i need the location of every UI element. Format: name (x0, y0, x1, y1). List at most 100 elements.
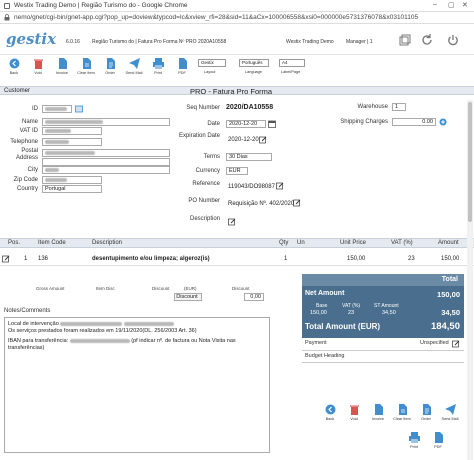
vat-field[interactable] (42, 127, 102, 135)
country-label: Country (16, 186, 38, 192)
back-button[interactable]: Back (3, 58, 25, 78)
discount-button[interactable]: Discount (174, 293, 202, 301)
back-icon (325, 404, 335, 415)
currency-label: Currency (195, 168, 220, 174)
maximize-icon[interactable]: ▢ (448, 1, 455, 9)
row-item-code[interactable]: 136 (38, 256, 48, 262)
gestix-logo[interactable]: gestix (6, 30, 56, 48)
power-icon[interactable] (446, 33, 460, 47)
send-mail-button[interactable]: Send Mail (123, 58, 145, 78)
bottom-print-button[interactable]: Print (402, 432, 426, 449)
po-value: Requisição Nº. 402/2020 (228, 201, 295, 207)
void-button[interactable]: Void (27, 58, 49, 78)
edit-expiration-icon[interactable] (259, 136, 267, 144)
address-field-2[interactable] (42, 158, 170, 166)
document-edit-icon (398, 404, 407, 415)
st-amount-label: ST Amount (374, 303, 399, 309)
total-amount-value: 184,50 (430, 321, 460, 332)
toolbar: Back Void Invoice Clear Item Order Send … (0, 56, 474, 80)
print-icon (408, 432, 420, 443)
order-button[interactable]: Order (99, 58, 121, 78)
bottom-invoice-button[interactable]: Invoice (366, 404, 390, 421)
refresh-icon[interactable] (420, 33, 434, 47)
address-bar[interactable]: nemo/gnet/cgi-bin/gnet-app.cgi?pop_up=do… (0, 12, 474, 24)
version-label: 6.0.16 (66, 39, 80, 45)
layout-label: Layout (204, 70, 216, 74)
pdf-button[interactable]: PDF (171, 58, 193, 78)
name-field[interactable] (42, 118, 170, 126)
url-text[interactable]: nemo/gnet/cgi-bin/gnet-app.cgi?pop_up=do… (14, 14, 418, 21)
zip-field[interactable] (42, 176, 102, 184)
minimize-icon[interactable]: – (433, 1, 437, 8)
item-disc-label: Item Disc (96, 286, 115, 291)
vat-pct-label: VAT (%) (342, 303, 361, 309)
edit-row-icon[interactable] (2, 255, 10, 263)
layout-select[interactable]: Gestix (198, 59, 226, 67)
notes-label: Notes/Comments (4, 308, 51, 314)
phone-field[interactable] (42, 138, 102, 146)
trash-icon (33, 59, 43, 69)
currency-select[interactable]: EUR (226, 167, 248, 175)
bottom-back-button[interactable]: Back (318, 404, 342, 421)
warehouse-select[interactable]: 1 (392, 103, 406, 111)
vat-total-value: 34,50 (441, 308, 460, 317)
bottom-clear-item-button[interactable]: Clear Item (390, 404, 414, 421)
edit-reference-icon[interactable] (276, 182, 284, 190)
page-size-select[interactable]: A4 (279, 59, 305, 67)
base-value: 150,00 (310, 310, 327, 316)
seq-label: Seq Number (186, 105, 220, 111)
company-name: Westix Trading Demo (286, 39, 334, 45)
browser-titlebar: Westix Trading Demo | Região Turismo do … (0, 0, 474, 12)
zip-label: Zip Code (13, 177, 38, 183)
name-label: Name (21, 119, 38, 125)
col-unit-price: Unit Price (340, 240, 367, 246)
net-amount-value: 150,00 (437, 290, 460, 299)
city-field[interactable] (42, 166, 170, 174)
col-description: Description (92, 240, 123, 246)
notes-textarea[interactable]: Local de intervenção Os serviços prestad… (4, 317, 270, 453)
layers-icon[interactable] (398, 33, 412, 47)
add-shipping-icon[interactable] (439, 118, 447, 126)
description-label: Description (189, 216, 220, 222)
bottom-void-button[interactable]: Void (342, 404, 366, 421)
col-unit: Un (297, 240, 305, 246)
calendar-icon[interactable] (268, 120, 276, 128)
row-amount: 150,00 (441, 256, 460, 262)
address-field-1[interactable] (42, 149, 170, 157)
bottom-order-button[interactable]: Order (414, 404, 438, 421)
date-field[interactable]: 2020-12-20 (226, 120, 266, 128)
language-label: Language (245, 70, 262, 74)
section-bar: Customer PRO - Fatura Pro Forma (0, 86, 474, 96)
bottom-pdf-button[interactable]: PDF (426, 432, 450, 449)
edit-po-icon[interactable] (293, 199, 301, 207)
customer-card-icon[interactable] (75, 105, 83, 113)
document-icon (374, 404, 383, 415)
payment-value[interactable]: Unspecified (420, 340, 449, 346)
send-icon (128, 58, 140, 69)
reference-value: 119043/DO98087 (228, 184, 275, 190)
language-select[interactable]: Português (239, 59, 269, 67)
discount-amount-label: Discount (232, 286, 250, 291)
print-button[interactable]: Print (147, 58, 169, 78)
payment-label: Payment (305, 340, 327, 346)
country-select[interactable]: Portugal (42, 185, 102, 193)
user-label[interactable]: Manager | 1 (346, 39, 373, 45)
discount-field[interactable]: 0,00 (244, 293, 264, 301)
clear-item-button[interactable]: Clear Item (75, 58, 97, 78)
totals-panel: Total Net Amount 150,00 Base 150,00 VAT … (302, 274, 464, 338)
terms-field[interactable]: 30 Dias (226, 153, 272, 161)
row-unit-price: 150,00 (347, 256, 366, 262)
bottom-send-mail-button[interactable]: Send Mail (438, 404, 462, 421)
items-table-header: Pos. Item Code Description Qty Un Unit P… (0, 238, 474, 248)
po-label: PO Number (188, 198, 220, 204)
expiration-value: 2020-12-20 (228, 137, 259, 143)
id-field[interactable] (42, 105, 72, 113)
back-icon (9, 58, 19, 69)
edit-payment-icon[interactable] (452, 340, 460, 348)
shipping-field[interactable]: 0.00 (392, 118, 436, 126)
edit-description-icon[interactable] (228, 218, 236, 226)
scrollbar-thumb[interactable] (468, 102, 472, 222)
close-icon[interactable]: ✕ (462, 1, 468, 9)
invoice-button[interactable]: Invoice (51, 58, 73, 78)
row-description: desentupimento e/ou limpeza; algeroz(is) (92, 256, 210, 262)
